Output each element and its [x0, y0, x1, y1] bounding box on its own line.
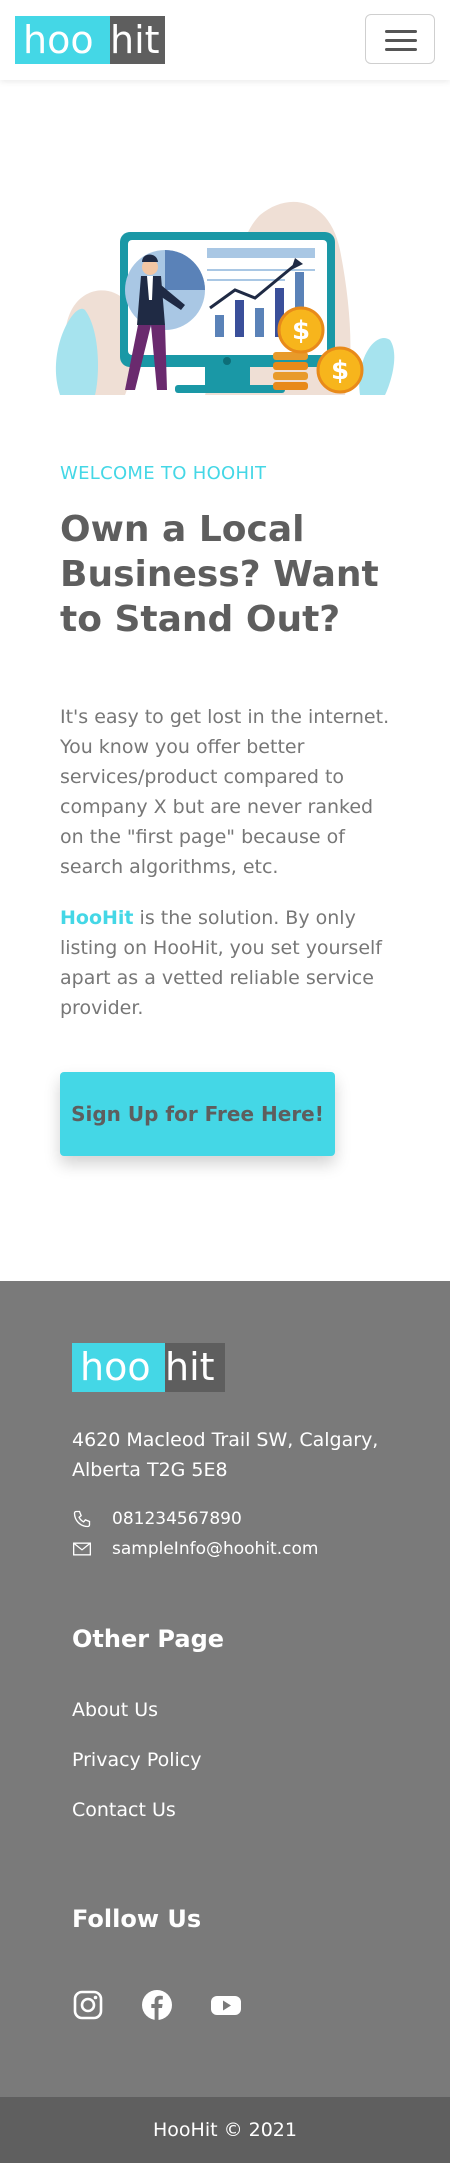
facebook-icon[interactable]: [141, 1989, 173, 2021]
intro-paragraph: It's easy to get lost in the internet. Y…: [60, 706, 390, 878]
hamburger-menu-button[interactable]: [365, 14, 435, 64]
phone-icon: [73, 1510, 91, 1528]
footer-link-contact-us[interactable]: Contact Us: [72, 1799, 176, 1821]
logo-part-hit: hit: [110, 16, 165, 64]
hamburger-icon: [385, 30, 417, 33]
svg-text:$: $: [331, 356, 349, 386]
logo-part-hoo: hoo: [15, 16, 110, 64]
site-footer: hoo hit 4620 Macleod Trail SW, Calgary, …: [0, 1281, 450, 2097]
instagram-icon[interactable]: [72, 1989, 104, 2021]
top-navbar: hoo hit: [0, 0, 450, 80]
footer-address: 4620 Macleod Trail SW, Calgary, Alberta …: [72, 1429, 379, 1481]
footer-logo[interactable]: hoo hit: [72, 1343, 225, 1392]
footer-link-privacy-policy[interactable]: Privacy Policy: [72, 1749, 201, 1771]
other-page-title: Other Page: [72, 1625, 225, 1653]
signup-button[interactable]: Sign Up for Free Here!: [60, 1072, 335, 1156]
hoohit-link[interactable]: HooHit: [60, 907, 134, 929]
social-links: [72, 1989, 279, 2021]
leaf-right: [359, 338, 395, 395]
youtube-icon[interactable]: [210, 1989, 242, 2021]
solution-paragraph: HooHit is the solution. By only listing …: [60, 903, 400, 1023]
footer-link-about-us[interactable]: About Us: [72, 1699, 158, 1721]
page-headline: Own a Local Business? Want to Stand Out?: [60, 509, 379, 640]
copyright-bar: HooHit © 2021: [0, 2097, 450, 2163]
copyright-text: HooHit © 2021: [153, 2119, 297, 2141]
monitor-stand: [205, 365, 250, 387]
phone-row[interactable]: 081234567890: [72, 1509, 242, 1529]
phone-number: 081234567890: [112, 1509, 242, 1529]
email-row[interactable]: sampleInfo@hoohit.com: [72, 1539, 318, 1559]
section-eyebrow: WELCOME TO HOOHIT: [60, 463, 267, 484]
hero-illustration: $ $: [55, 201, 395, 395]
email-address: sampleInfo@hoohit.com: [112, 1539, 319, 1559]
footer-logo-part-hoo: hoo: [72, 1343, 165, 1392]
bar-graphic: [215, 315, 224, 337]
follow-us-title: Follow Us: [72, 1905, 202, 1933]
envelope-icon: [73, 1542, 91, 1556]
footer-logo-part-hit: hit: [165, 1343, 225, 1392]
svg-text:$: $: [292, 316, 310, 346]
brand-logo[interactable]: hoo hit: [15, 16, 165, 64]
